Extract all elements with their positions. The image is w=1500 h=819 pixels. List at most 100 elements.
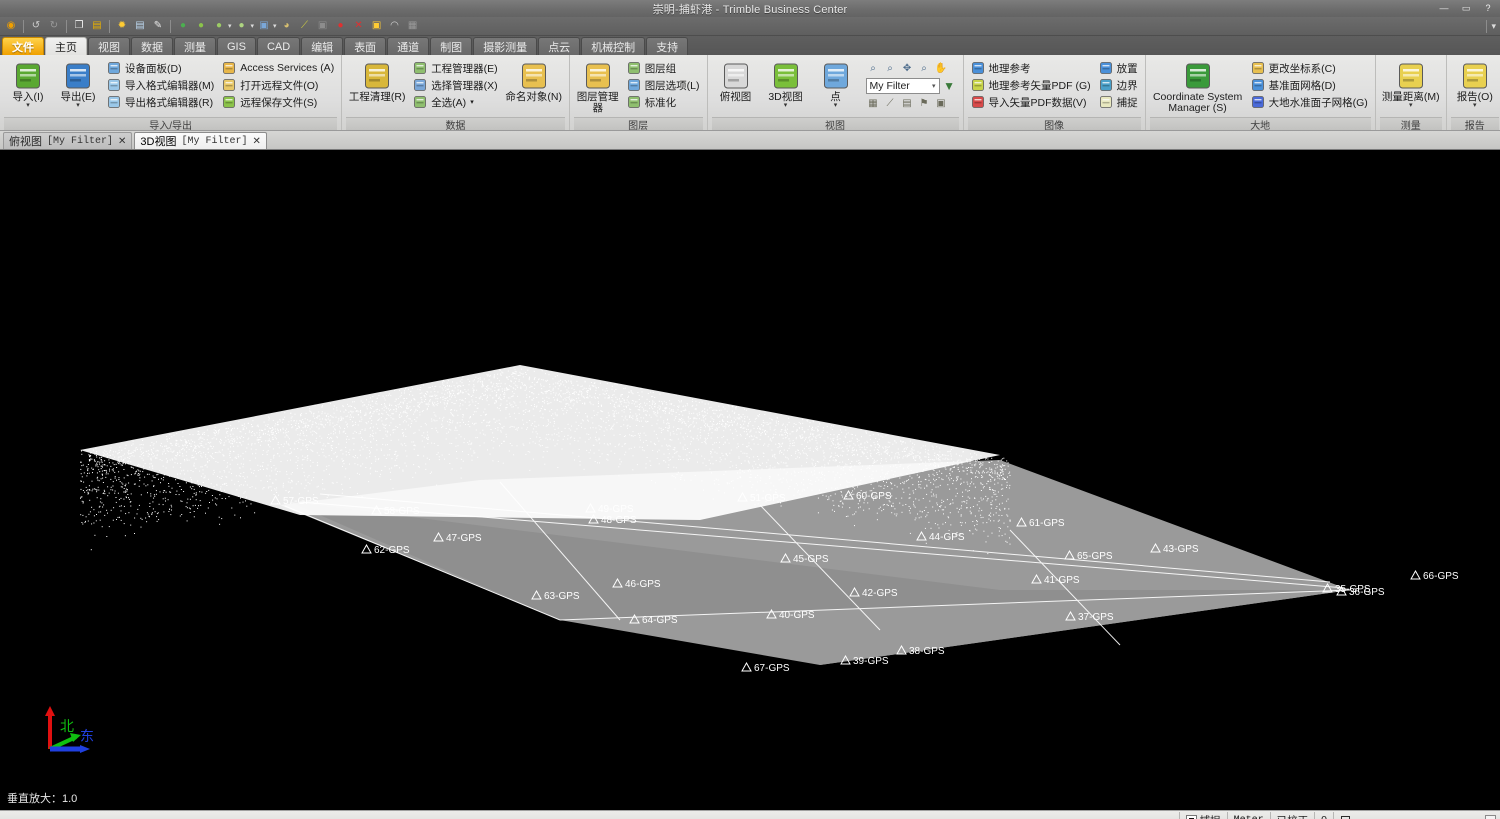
background-color-icon[interactable]: ▣ [934, 96, 949, 111]
tab-drafting[interactable]: 制图 [430, 37, 473, 55]
chevron-down-icon[interactable]: ▾ [470, 98, 474, 106]
app-menu-icon[interactable]: ◉ [3, 18, 19, 34]
point-label-45-gps[interactable]: 45-GPS [780, 553, 829, 565]
tab-pointcloud[interactable]: 点云 [538, 37, 581, 55]
georeference-vector-pdf-item[interactable]: 地理参考矢量PDF (G) [968, 77, 1094, 93]
point-label-38-gps[interactable]: 38-GPS [896, 645, 945, 657]
export-icon[interactable]: ● [211, 18, 227, 34]
project-settings-icon[interactable]: ✹ [114, 18, 130, 34]
coordinate-system-manager-button[interactable]: Coordinate System Manager (S) [1150, 59, 1246, 114]
point-label-57-gps[interactable]: 57-GPS [270, 495, 319, 507]
point-label-60-gps[interactable]: 60-GPS [843, 490, 892, 502]
maximize-button[interactable]: ▭ [1456, 1, 1476, 15]
standardize-item[interactable]: 标准化 [624, 94, 703, 110]
access-services-item[interactable]: Access Services (A) [219, 60, 337, 76]
grid-toggle-icon[interactable]: ▦ [866, 96, 881, 111]
grid-icon[interactable]: ▦ [405, 18, 421, 34]
measure-icon[interactable]: ⟋ [297, 18, 313, 34]
flag-icon[interactable]: ⚑ [917, 96, 932, 111]
place-item[interactable]: 放置 [1096, 60, 1141, 76]
point-label-47-gps[interactable]: 47-GPS [433, 532, 482, 544]
point-label-51-gps[interactable]: 51-GPS [737, 492, 786, 504]
snap-item[interactable]: 捕捉 [1096, 94, 1141, 110]
point-label-61-gps[interactable]: 61-GPS [1016, 517, 1065, 529]
tab-file[interactable]: 文件 [2, 37, 44, 55]
chevron-down-icon[interactable]: ▾ [1473, 102, 1477, 109]
tab-home[interactable]: 主页 [45, 37, 87, 55]
process-baselines-icon[interactable]: ● [234, 18, 250, 34]
chevron-down-icon[interactable]: ▾ [26, 102, 30, 109]
select-all-item[interactable]: 全选(A) ▾ [410, 94, 501, 110]
record-icon[interactable]: ● [333, 18, 349, 34]
help-button[interactable]: ? [1478, 1, 1498, 15]
redo-icon[interactable]: ↻ [46, 18, 62, 34]
zoom-window-icon[interactable]: ⌕ [917, 61, 932, 76]
import-icon[interactable]: ● [193, 18, 209, 34]
plan-view-icon[interactable]: ▣ [315, 18, 331, 34]
import-format-editor-item[interactable]: 导入格式编辑器(M) [104, 77, 217, 93]
layer-group-item[interactable]: 图层组 [624, 60, 703, 76]
view-filter-select[interactable]: My Filter ▾ [865, 78, 940, 94]
point-label-65-gps[interactable]: 65-GPS [1064, 550, 1113, 562]
point-label-36-gps[interactable]: 36-GPS [1336, 586, 1385, 598]
resize-grip-icon[interactable] [1479, 812, 1500, 819]
refresh-icon[interactable]: ◠ [387, 18, 403, 34]
snap-status[interactable]: 捕捉 [1178, 811, 1227, 819]
point-label-43-gps[interactable]: 43-GPS [1150, 543, 1199, 555]
three-d-view-button[interactable]: 3D视图 ▾ [762, 59, 810, 109]
point-label-44-gps[interactable]: 44-GPS [916, 531, 965, 543]
doc-tab-plan-view[interactable]: 俯视图 [My Filter] ✕ [3, 132, 133, 149]
point-label-42-gps[interactable]: 42-GPS [849, 587, 898, 599]
filter-funnel-icon[interactable]: ▼ [942, 79, 957, 94]
minimize-button[interactable]: — [1434, 1, 1454, 15]
tab-photogrammetry[interactable]: 摄影测量 [473, 37, 538, 55]
import-vector-pdf-item[interactable]: 导入矢量PDF数据(V) [968, 94, 1094, 110]
zoom-out-icon[interactable]: ⌕ [883, 61, 898, 76]
chevron-down-icon[interactable]: ▾ [76, 102, 80, 109]
units-status[interactable]: Meter [1226, 811, 1270, 819]
open-remote-file-item[interactable]: 打开远程文件(O) [219, 77, 337, 93]
tab-corridor[interactable]: 通道 [387, 37, 430, 55]
device-pane-item[interactable]: 设备面板(D) [104, 60, 217, 76]
chevron-down-icon[interactable]: ▾ [932, 82, 936, 90]
point-button[interactable]: 点 ▾ [812, 59, 860, 109]
measure-distance-button[interactable]: 测量距离(M) ▾ [1380, 59, 1442, 109]
change-coordinate-system-item[interactable]: 更改坐标系(C) [1248, 60, 1371, 76]
chevron-down-icon[interactable]: ▾ [1409, 102, 1413, 109]
point-label-49-gps[interactable]: 49-GPS [585, 503, 634, 515]
geoid-subgrid-item[interactable]: 大地水准面子网格(G) [1248, 94, 1371, 110]
tab-gis[interactable]: GIS [217, 37, 256, 55]
adjusted-status[interactable]: 已校正 [1269, 811, 1315, 819]
tab-survey[interactable]: 测量 [174, 37, 216, 55]
point-label-62-gps[interactable]: 62-GPS [361, 544, 410, 556]
measure-tool-icon[interactable]: ⟋ [883, 96, 898, 111]
report-button[interactable]: 报告(O) ▾ [1451, 59, 1499, 109]
save-icon[interactable]: ▤ [89, 18, 105, 34]
chevron-down-icon[interactable]: ▾ [784, 102, 788, 109]
boundary-item[interactable]: 边界 [1096, 77, 1141, 93]
layer-manager-button[interactable]: 图层管理器 [574, 59, 622, 114]
point-label-37-gps[interactable]: 37-GPS [1065, 611, 1114, 623]
doc-tab-3d-view-close-icon[interactable]: ✕ [252, 136, 260, 147]
georeference-item[interactable]: 地理参考 [968, 60, 1094, 76]
tab-view[interactable]: 视图 [88, 37, 130, 55]
point-label-46-gps[interactable]: 46-GPS [612, 578, 661, 590]
project-explorer-item[interactable]: 工程管理器(E) [410, 60, 501, 76]
qat-customize[interactable]: ▾ [1484, 19, 1500, 33]
tab-machine-control[interactable]: 机械控制 [581, 37, 646, 55]
save-remote-file-item[interactable]: 远程保存文件(S) [219, 94, 337, 110]
selection-explorer-item[interactable]: 选择管理器(X) [410, 77, 501, 93]
chevron-down-icon[interactable]: ▾ [228, 22, 232, 30]
selection-mode-status[interactable] [1333, 811, 1359, 819]
chevron-down-icon[interactable]: ▾ [251, 22, 255, 30]
point-label-58-gps[interactable]: 58-GPS [371, 505, 420, 517]
undo-icon[interactable]: ↺ [28, 18, 44, 34]
export-button[interactable]: 导出(E) ▾ [54, 59, 102, 109]
datum-grid-item[interactable]: 基准面网格(D) [1248, 77, 1371, 93]
chevron-down-icon[interactable]: ▾ [273, 22, 277, 30]
three-d-viewport[interactable]: 57-GPS 58-GPS 62-GPS 47-GPS 48-GPS 49-GPS 51-G… [0, 150, 1500, 810]
list-view-icon[interactable]: ▤ [900, 96, 915, 111]
project-cleanup-icon[interactable]: ✎ [150, 18, 166, 34]
doc-tab-3d-view[interactable]: 3D视图 [My Filter] ✕ [134, 132, 267, 149]
tab-edit[interactable]: 编辑 [301, 37, 344, 55]
